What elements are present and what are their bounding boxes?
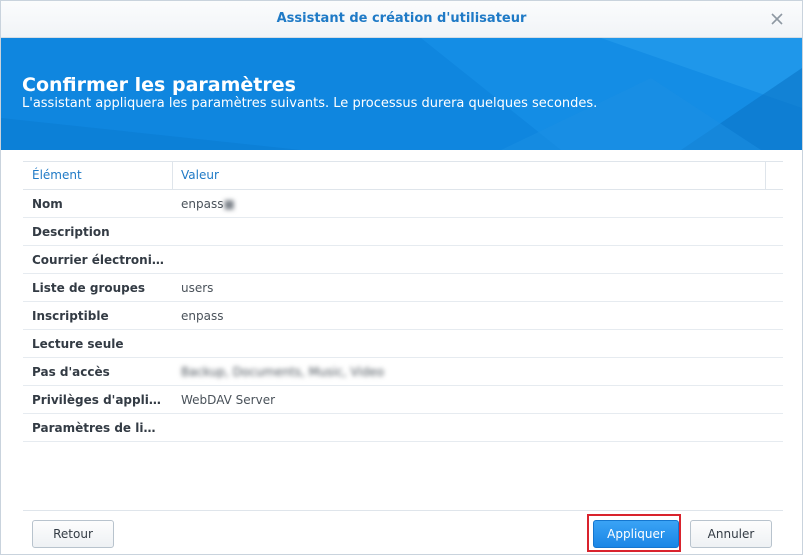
row-value: enpass [181,309,224,323]
row-label: Privilèges d'appli… [32,393,161,407]
settings-table: Élément Valeur Nom enpass■ Description C… [23,161,783,442]
cancel-button[interactable]: Annuler [690,520,772,548]
redacted-text: ■ [223,197,235,211]
table-row: Nom enpass■ [23,190,783,218]
row-value: enpass■ [181,197,235,211]
table-row: Pas d'accès Backup, Documents, Music, Vi… [23,358,783,386]
apply-button[interactable]: Appliquer [593,520,679,548]
row-label: Lecture seule [32,337,124,351]
table-row: Courrier électroni… [23,246,783,274]
back-button[interactable]: Retour [32,520,114,548]
banner-subtitle: L'assistant appliquera les paramètres su… [22,96,598,111]
column-divider [172,162,173,189]
row-value: WebDAV Server [181,393,276,407]
table-header: Élément Valeur [23,162,783,190]
title-bar: Assistant de création d'utilisateur [1,1,802,38]
row-label: Liste de groupes [32,281,146,295]
table-row: Liste de groupes users [23,274,783,302]
row-label: Courrier électroni… [32,253,164,267]
table-row: Privilèges d'appli… WebDAV Server [23,386,783,414]
row-label: Description [32,225,110,239]
table-row: Description [23,218,783,246]
column-header-value[interactable]: Valeur [181,168,219,182]
row-label: Paramètres de li… [32,421,156,435]
column-divider [765,162,766,189]
redacted-text: Backup, Documents, Music, Video [181,365,385,379]
banner-title: Confirmer les paramètres [22,74,296,96]
column-header-element[interactable]: Élément [32,168,82,182]
table-row: Paramètres de li… [23,414,783,442]
user-creation-wizard-dialog: Assistant de création d'utilisateur Conf… [0,0,803,555]
row-label: Inscriptible [32,309,109,323]
window-title: Assistant de création d'utilisateur [276,11,527,26]
row-label: Pas d'accès [32,365,110,379]
header-banner: Confirmer les paramètres L'assistant app… [1,38,802,150]
footer-divider [23,510,783,511]
table-row: Inscriptible enpass [23,302,783,330]
row-label: Nom [32,197,63,211]
table-row: Lecture seule [23,330,783,358]
row-value: users [181,281,214,295]
close-icon[interactable] [768,10,786,28]
